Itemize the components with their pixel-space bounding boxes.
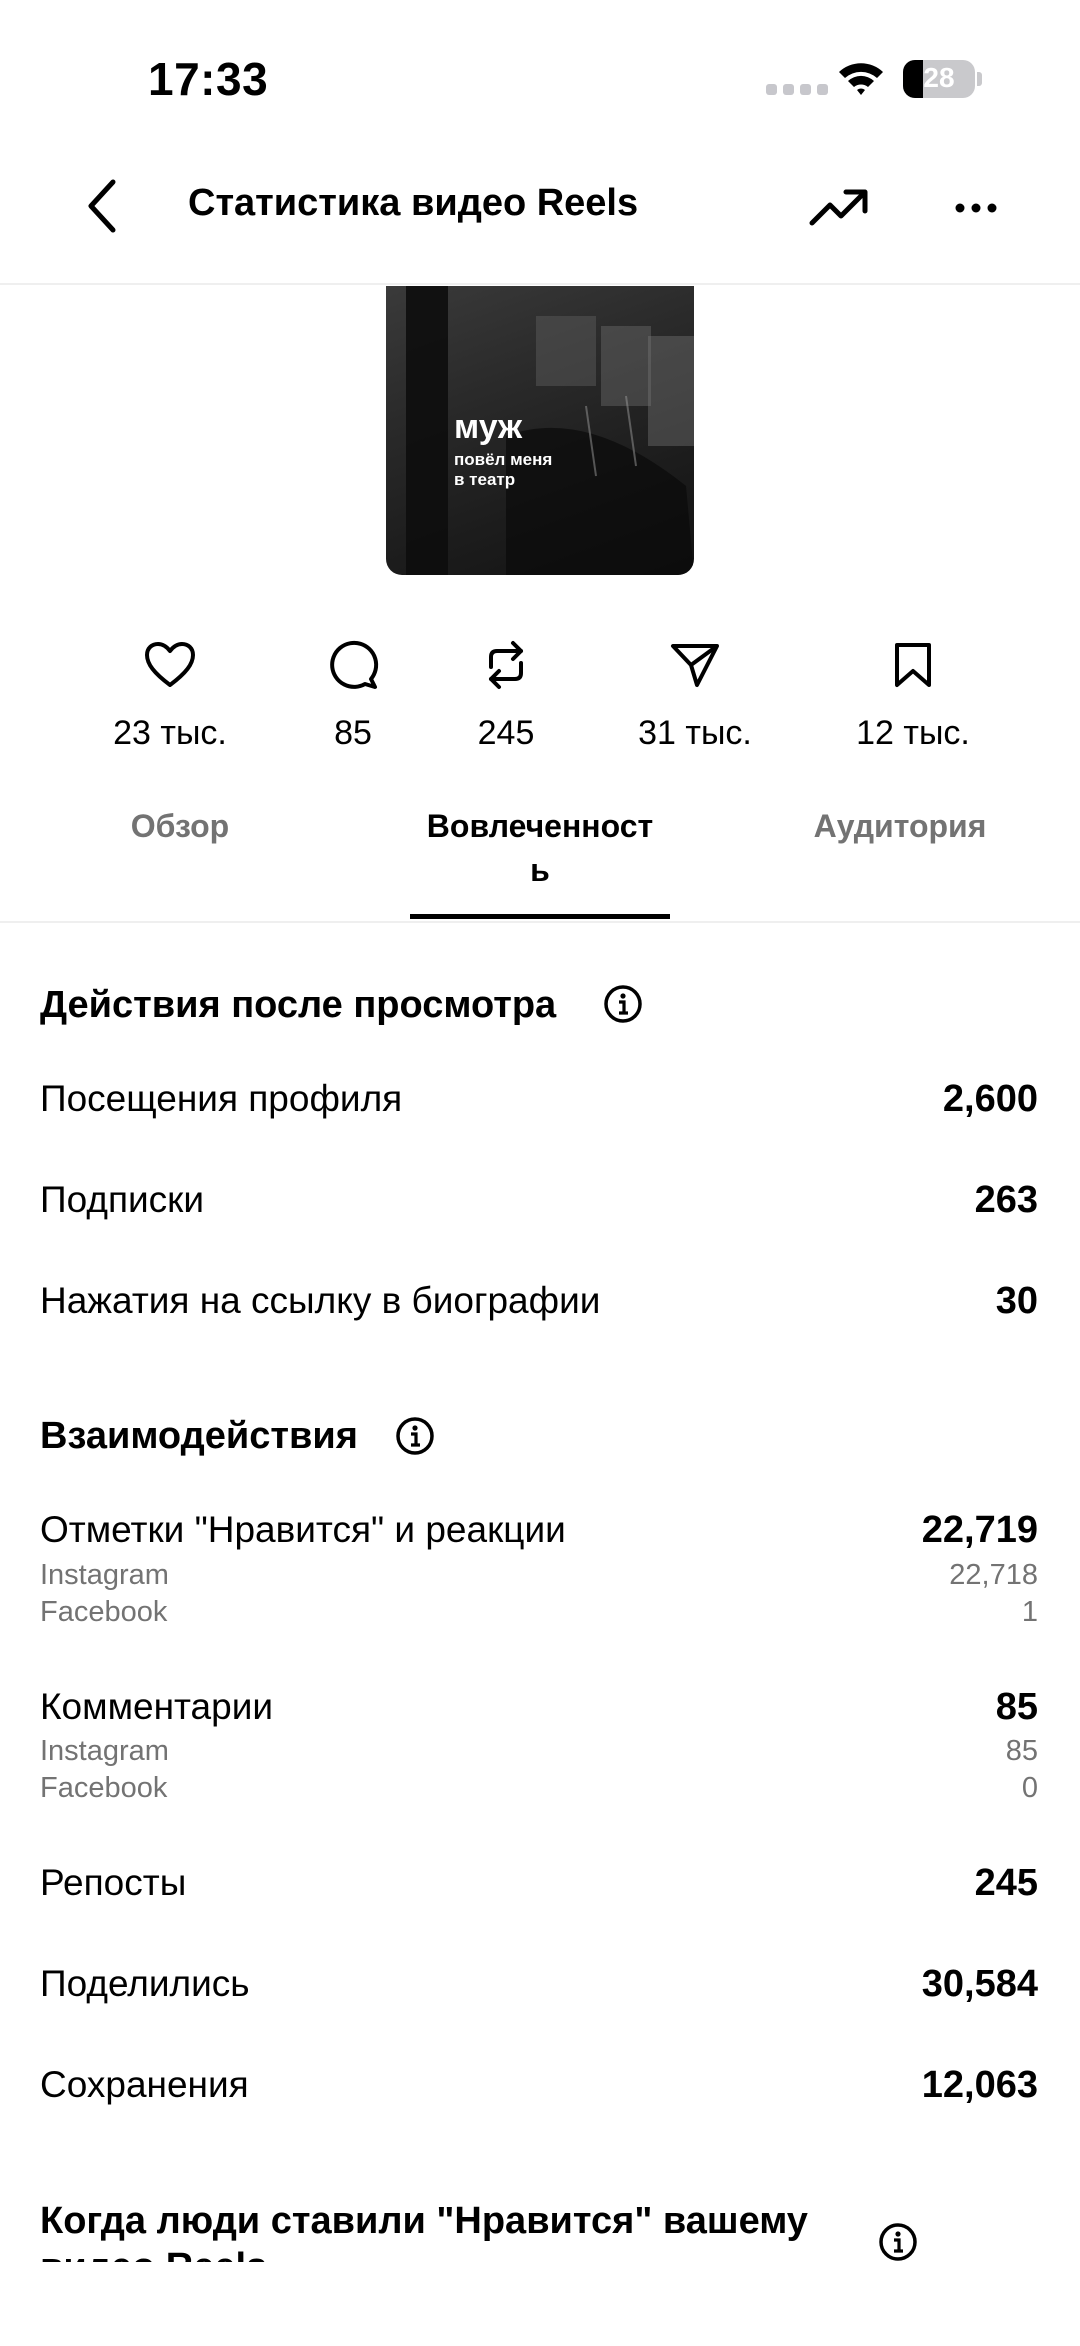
thumbnail-caption-line: повёл меня (454, 450, 553, 469)
repost-icon (416, 634, 596, 696)
thumbnail-caption-line: в театр (454, 470, 516, 489)
info-icon[interactable] (395, 1416, 435, 1456)
metric-label: Отметки "Нравится" и реакции (40, 1509, 566, 1550)
more-options-button[interactable] (946, 180, 1006, 236)
metric-sub-label: Facebook (40, 1772, 168, 1804)
tab-engagement[interactable]: Вовлеченност ь (390, 804, 690, 892)
tab-audience[interactable]: Аудитория (750, 804, 1050, 848)
interactions-section-title: Взаимодействия (40, 1415, 358, 1457)
stat-value: 23 тыс. (113, 714, 227, 752)
section-title-line: Когда люди ставили "Нравится" вашему (40, 2200, 808, 2242)
metric-value: 263 (974, 1179, 1038, 1221)
metric-label: Поделились (40, 1963, 250, 2004)
battery-icon: 28 (903, 60, 975, 98)
info-icon[interactable] (603, 984, 643, 1024)
scroll-clip (0, 2262, 1080, 2346)
bookmark-icon (823, 634, 1003, 696)
metric-label: Комментарии (40, 1686, 274, 1727)
metric-sub-label: Instagram (40, 1559, 169, 1591)
metric-value: 245 (974, 1862, 1038, 1904)
tabs-divider (0, 921, 1080, 923)
chevron-left-icon (88, 179, 116, 233)
metric-value: 85 (995, 1686, 1038, 1728)
after-view-section-title: Действия после просмотра (40, 984, 557, 1026)
metric-label: Посещения профиля (40, 1078, 403, 1119)
metric-sub-value: 1 (1021, 1596, 1038, 1628)
share-icon (605, 634, 785, 696)
wifi-icon (836, 58, 886, 103)
back-button[interactable] (76, 176, 128, 236)
metric-value: 30 (995, 1280, 1038, 1322)
stat-saves: 12 тыс. (823, 634, 1003, 753)
metric-sub-value: 22,718 (949, 1559, 1038, 1591)
metric-label: Сохранения (40, 2064, 249, 2105)
status-time: 17:33 (148, 53, 269, 105)
metric-value: 12,063 (921, 2064, 1038, 2106)
more-horizontal-icon (955, 203, 997, 213)
metric-value: 2,600 (942, 1078, 1038, 1120)
thumbnail-caption-text: повёл меня в театр (454, 450, 552, 490)
trending-up-icon (809, 189, 868, 226)
page-title: Статистика видео Reels (188, 182, 639, 224)
stat-value: 31 тыс. (638, 714, 752, 752)
stat-likes: 23 тыс. (80, 634, 260, 753)
battery-cap (977, 72, 982, 86)
tab-overview[interactable]: Обзор (30, 804, 330, 848)
reel-thumbnail[interactable]: муж повёл меня в театр (386, 286, 694, 575)
metric-value: 30,584 (921, 1963, 1038, 2005)
tab-label-line: Вовлеченност (426, 808, 654, 844)
stat-value: 245 (477, 714, 535, 752)
metric-value: 22,719 (921, 1509, 1038, 1551)
stat-shares: 31 тыс. (605, 634, 785, 753)
trending-button[interactable] (804, 180, 874, 236)
heart-icon (80, 634, 260, 696)
metric-label: Нажатия на ссылку в биографии (40, 1280, 601, 1321)
stat-reposts: 245 (416, 634, 596, 753)
metric-sub-label: Facebook (40, 1596, 168, 1628)
info-icon[interactable] (878, 2222, 918, 2262)
metric-label: Репосты (40, 1862, 187, 1903)
metric-sub-label: Instagram (40, 1735, 169, 1767)
metric-sub-value: 0 (1021, 1772, 1038, 1804)
metric-sub-value: 85 (1005, 1735, 1038, 1767)
metric-label: Подписки (40, 1179, 205, 1220)
stat-value: 12 тыс. (856, 714, 970, 752)
battery-percent: 28 (923, 62, 955, 93)
header-divider (0, 283, 1080, 285)
tab-label-line: ь (530, 852, 550, 888)
active-tab-indicator (410, 914, 670, 919)
thumbnail-caption-title: муж (454, 408, 523, 446)
